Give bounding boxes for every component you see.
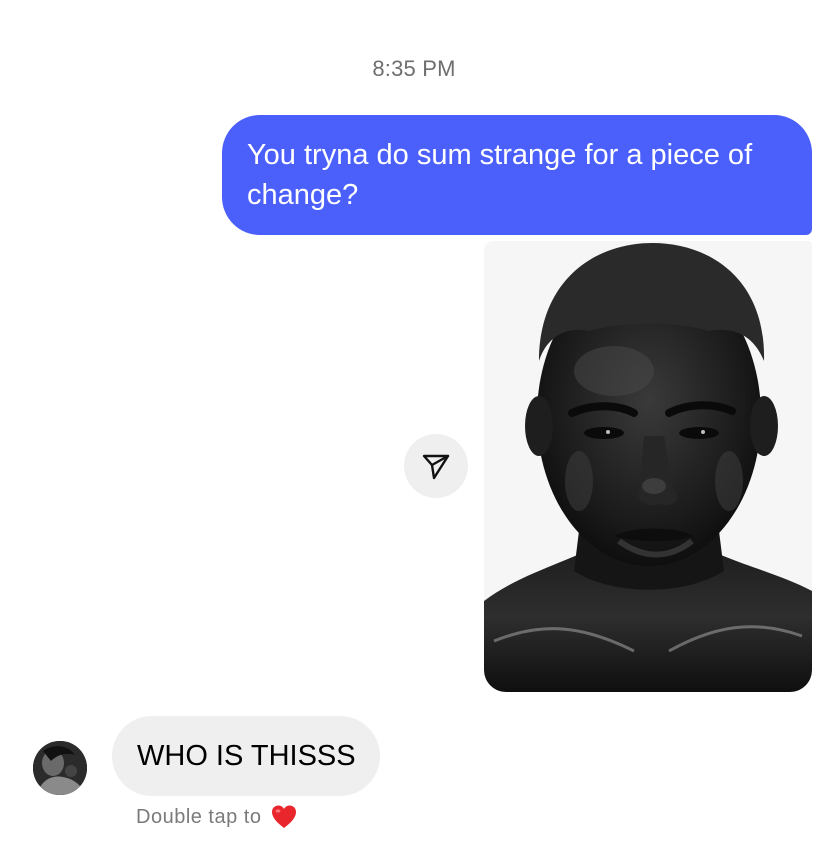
incoming-message-bubble[interactable]: WHO IS THISSS: [112, 716, 380, 796]
share-button[interactable]: [404, 434, 468, 498]
reaction-hint-text: Double tap to: [136, 805, 262, 828]
heart-icon: [270, 803, 298, 831]
shared-photo-message[interactable]: [484, 241, 812, 692]
paper-plane-icon: [422, 454, 450, 480]
outgoing-message-bubble[interactable]: You tryna do sum strange for a piece of …: [222, 115, 812, 235]
sender-avatar[interactable]: [33, 741, 87, 795]
avatar-image: [33, 741, 87, 795]
portrait-image: [484, 241, 812, 692]
message-timestamp: 8:35 PM: [372, 56, 456, 81]
reaction-hint: Double tap to: [136, 800, 298, 834]
